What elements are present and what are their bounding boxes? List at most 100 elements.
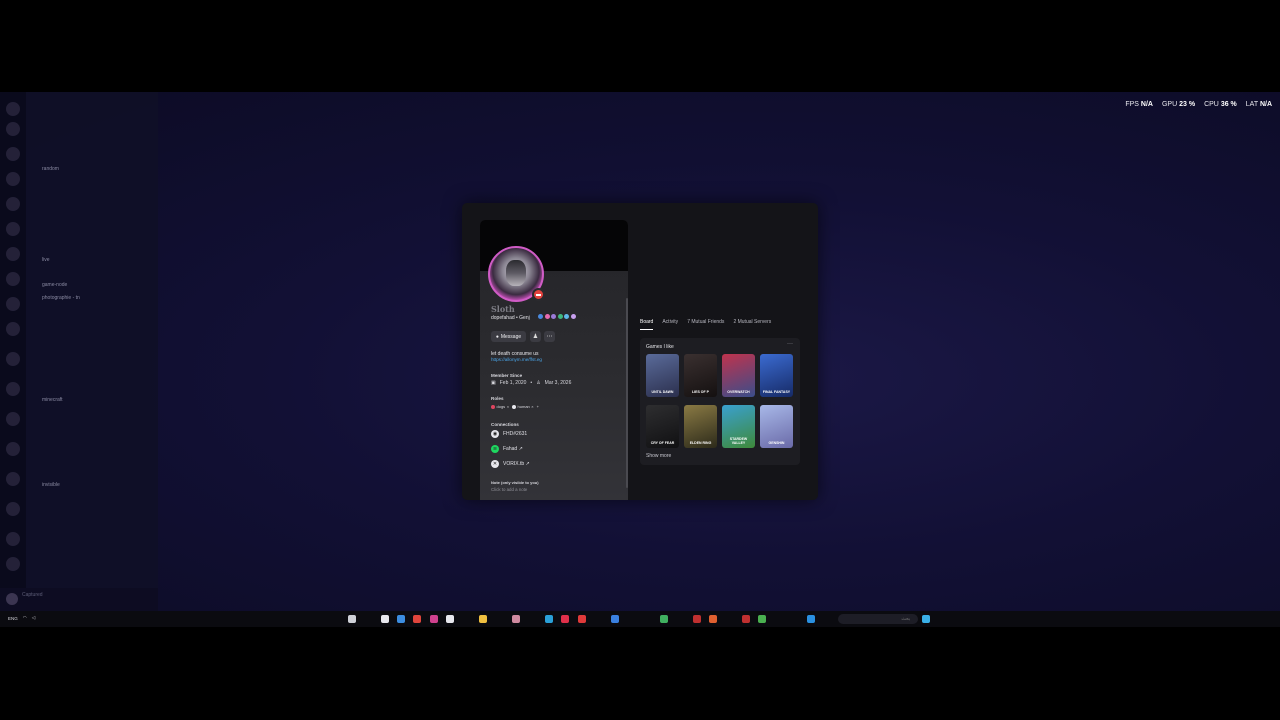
spotify-icon: ≋ — [491, 445, 499, 453]
app-icon[interactable] — [397, 615, 405, 623]
start-icon[interactable] — [348, 615, 356, 623]
taskbar: ENG ◠ ◁ بحث — [0, 611, 1280, 627]
server-icon[interactable] — [6, 412, 20, 426]
volume-icon[interactable]: ◁ — [32, 615, 35, 621]
badge-icon[interactable] — [551, 314, 556, 319]
app-icon[interactable] — [693, 615, 701, 623]
edge-icon[interactable] — [807, 615, 815, 623]
role-color-dot — [512, 404, 517, 409]
game-card[interactable]: FINAL FANTASY — [760, 354, 793, 397]
game-card[interactable]: ELDEN RING — [684, 405, 717, 448]
role-pill[interactable]: human × — [512, 404, 534, 409]
game-card[interactable]: OVERWATCH — [722, 354, 755, 397]
wifi-icon[interactable]: ◠ — [23, 615, 27, 621]
close-icon[interactable]: × — [507, 404, 509, 409]
badge-icon[interactable] — [544, 314, 550, 319]
channel-item[interactable]: minecraft — [42, 397, 63, 403]
app-icon[interactable] — [446, 615, 454, 623]
app-icon[interactable] — [512, 615, 520, 623]
app-icon[interactable] — [578, 615, 586, 623]
channel-item[interactable]: invisible — [42, 482, 60, 488]
server-icon[interactable] — [6, 222, 20, 236]
server-icon[interactable] — [6, 247, 20, 261]
badge-icon[interactable] — [564, 314, 569, 319]
server-icon[interactable] — [6, 147, 20, 161]
more-options-button[interactable]: ⋯ — [544, 331, 555, 342]
server-icon[interactable] — [6, 197, 20, 211]
server-icon[interactable] — [6, 272, 20, 286]
connection-item[interactable]: ◉ FHD#2631 — [491, 430, 527, 438]
profile-avatar[interactable] — [488, 246, 545, 302]
fps-readout: FPS N/A — [1125, 101, 1153, 108]
user-panel: Captured — [0, 588, 158, 611]
connections-title: Connections — [491, 422, 519, 427]
close-icon[interactable]: × — [531, 404, 533, 409]
discord-logo-icon: ▣ — [491, 380, 496, 386]
app-icon[interactable] — [545, 615, 553, 623]
folder-icon[interactable] — [479, 615, 487, 623]
badge-icon[interactable] — [557, 314, 563, 319]
lang-indicator[interactable]: ENG — [8, 616, 18, 621]
taskbar-search[interactable]: بحث — [838, 614, 918, 624]
tab-activity[interactable]: Activity — [662, 319, 678, 325]
game-card[interactable]: GENSHIN — [760, 405, 793, 448]
role-pill[interactable]: dogs × — [491, 404, 509, 409]
channel-item[interactable]: photographie - tn — [42, 295, 80, 301]
avatar[interactable] — [6, 593, 18, 605]
app-icon[interactable] — [709, 615, 717, 623]
channel-item[interactable]: live — [42, 257, 50, 263]
widget-more-button[interactable]: ··· — [787, 341, 793, 347]
channel-item[interactable]: random — [42, 166, 59, 172]
cpu-readout: CPU 36 % — [1204, 101, 1237, 108]
server-icon[interactable] — [6, 172, 20, 186]
roles-list: dogs × human × + — [491, 404, 539, 409]
server-icon[interactable] — [6, 532, 20, 546]
xbox-icon: ✕ — [491, 460, 499, 468]
show-more-link[interactable]: Show more — [646, 453, 671, 459]
note-input[interactable]: Click to add a note — [491, 487, 527, 492]
server-icon[interactable] — [6, 442, 20, 456]
app-icon[interactable] — [561, 615, 569, 623]
connection-item[interactable]: ✕ VORIX.tb ↗ — [491, 460, 530, 468]
server-icon[interactable] — [6, 102, 20, 116]
app-icon[interactable] — [413, 615, 421, 623]
server-icon[interactable] — [6, 382, 20, 396]
server-icon[interactable] — [6, 297, 20, 311]
app-icon[interactable] — [660, 615, 668, 623]
badge-icon[interactable] — [570, 314, 576, 319]
dnd-status-icon — [532, 288, 545, 301]
channel-item[interactable]: game-node — [42, 282, 67, 288]
add-role-button[interactable]: + — [537, 404, 539, 409]
game-card[interactable]: CRY OF FEAR — [646, 405, 679, 448]
chrome-icon[interactable] — [758, 615, 766, 623]
app-icon[interactable] — [742, 615, 750, 623]
server-icon[interactable] — [6, 122, 20, 136]
server-icon[interactable] — [6, 472, 20, 486]
server-icon[interactable] — [6, 352, 20, 366]
username[interactable]: dopefahad • Genj — [491, 315, 530, 321]
tab-mutual-servers[interactable]: 2 Mutual Servers — [733, 319, 771, 325]
game-card[interactable]: STARDEW VALLEY — [722, 405, 755, 448]
server-icon[interactable] — [6, 557, 20, 571]
tab-mutual-friends[interactable]: 7 Mutual Friends — [687, 319, 724, 325]
app-icon[interactable] — [611, 615, 619, 623]
game-card[interactable]: UNTIL DAWN — [646, 354, 679, 397]
game-card[interactable]: LIES OF P — [684, 354, 717, 397]
app-icon[interactable] — [381, 615, 389, 623]
bio-link[interactable]: https://allonym.me/ffst.eg — [491, 357, 542, 362]
server-icon[interactable] — [6, 322, 20, 336]
connection-item[interactable]: ≋ Fahad ↗ — [491, 445, 523, 453]
app-icon[interactable] — [922, 615, 930, 623]
badge-icon[interactable] — [538, 314, 543, 319]
badge-list — [538, 314, 576, 319]
message-button[interactable]: ● Message — [491, 331, 526, 342]
roles-title: Roles — [491, 396, 504, 401]
display-name: Sloth — [491, 304, 515, 314]
tab-board[interactable]: Board — [640, 319, 654, 330]
server-icon[interactable] — [6, 502, 20, 516]
app-icon[interactable] — [430, 615, 438, 623]
add-friend-button[interactable]: ♟ — [530, 331, 541, 342]
scrollbar[interactable] — [626, 298, 628, 488]
performance-overlay: FPS N/A GPU 23 % CPU 36 % LAT N/A — [1125, 101, 1272, 108]
server-list — [0, 92, 26, 611]
